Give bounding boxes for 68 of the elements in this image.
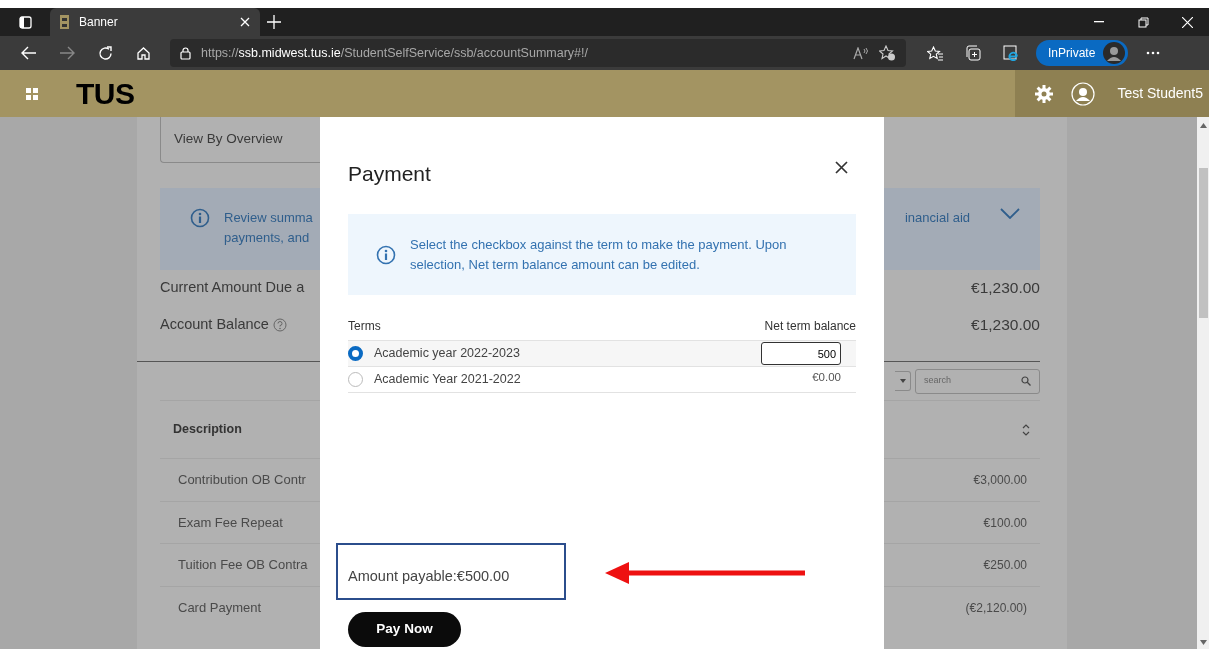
refresh-icon[interactable] (97, 45, 113, 61)
radio-button[interactable] (348, 372, 363, 388)
table-cell-text: Card Payment (177, 598, 262, 617)
info-icon (376, 244, 396, 265)
restore-icon[interactable] (1137, 16, 1149, 28)
column-header: Net term balance (764, 318, 856, 336)
search-placeholder: search (924, 374, 951, 388)
table-cell-text: €100.00 (983, 514, 1028, 532)
new-tab-icon[interactable] (267, 15, 281, 29)
minimize-icon[interactable] (1094, 21, 1104, 23)
ie-mode-icon[interactable] (1003, 45, 1019, 61)
user-name[interactable]: Test Student5 (1117, 83, 1203, 104)
back-icon[interactable] (21, 46, 37, 60)
search-icon (1021, 376, 1031, 386)
table-cell-text: Exam Fee Repeat (177, 513, 283, 532)
radio-button[interactable] (348, 346, 363, 362)
collections-icon[interactable] (965, 45, 981, 61)
logo[interactable]: TUS (76, 71, 135, 116)
balance-input[interactable]: 500 (761, 342, 841, 366)
summary-value: €1,230.00 (971, 278, 1040, 299)
sort-icon[interactable] (1022, 423, 1030, 436)
banner-text: inancial aid (904, 209, 970, 227)
caret-icon (899, 379, 906, 383)
more-icon[interactable] (1146, 51, 1161, 55)
table-cell-text: Contribution OB Contr (177, 471, 306, 490)
pay-now-button[interactable]: Pay Now (348, 612, 461, 647)
table-cell-text: (€2,120.00) (965, 599, 1028, 617)
add-favorite-icon[interactable] (879, 45, 896, 61)
summary-label: Current Amount Due a (160, 278, 305, 298)
user-icon[interactable] (1071, 81, 1096, 106)
column-header[interactable]: Description (160, 420, 242, 439)
home-icon[interactable] (135, 45, 151, 61)
summary-value: €1,230.00 (971, 315, 1040, 336)
dropdown[interactable] (895, 371, 911, 391)
url-text: https://ssb.midwest.tus.ie/StudentSelfService/ssb/accountSummary#!/ (201, 44, 589, 62)
close-icon[interactable] (240, 17, 250, 27)
scroll-down-icon[interactable] (1199, 640, 1207, 645)
forward-icon[interactable] (59, 46, 75, 60)
term-balance: €0.00 (812, 370, 841, 386)
close-icon (835, 161, 848, 175)
browser-tab[interactable]: Banner (50, 8, 260, 36)
inprivate-button[interactable]: InPrivate (1036, 40, 1129, 66)
close-window-icon[interactable] (1181, 16, 1193, 28)
favicon-icon (60, 15, 69, 29)
term-name: Academic year 2022-2023 (374, 345, 520, 363)
table-cell-text: €250.00 (983, 557, 1028, 574)
info-icon (190, 208, 210, 228)
table-cell-text: Tuition Fee OB Contra (177, 556, 308, 575)
settings-icon[interactable] (1035, 84, 1054, 103)
apps-menu-icon[interactable] (26, 87, 38, 100)
read-aloud-icon[interactable] (853, 46, 869, 60)
chevron-down-icon[interactable] (1000, 208, 1020, 219)
address-bar[interactable]: https://ssb.midwest.tus.ie/StudentSelfService/ssb/accountSummary#!/ (170, 39, 906, 67)
column-header: Terms (348, 318, 381, 336)
term-name: Academic Year 2021-2022 (374, 371, 521, 389)
scroll-up-icon[interactable] (1199, 123, 1207, 128)
lock-icon (180, 46, 191, 60)
info-text: Select the checkbox against the term to make the payment. Upon selection, Net term balance amount can be edited. (410, 236, 788, 274)
dialog-title: Payment (348, 161, 431, 187)
favorites-icon[interactable] (926, 45, 944, 61)
summary-label: Account Balance (160, 315, 269, 335)
tab-title: Banner (79, 14, 119, 31)
amount-payable: Amount payable:€500.00 (348, 567, 510, 587)
tab-actions-icon[interactable] (18, 15, 32, 29)
scrollbar-thumb[interactable] (1198, 168, 1208, 318)
banner-text: Review summa payments, and (224, 209, 313, 247)
avatar-icon (1103, 42, 1126, 64)
table-cell-text: €3,000.00 (973, 472, 1028, 489)
